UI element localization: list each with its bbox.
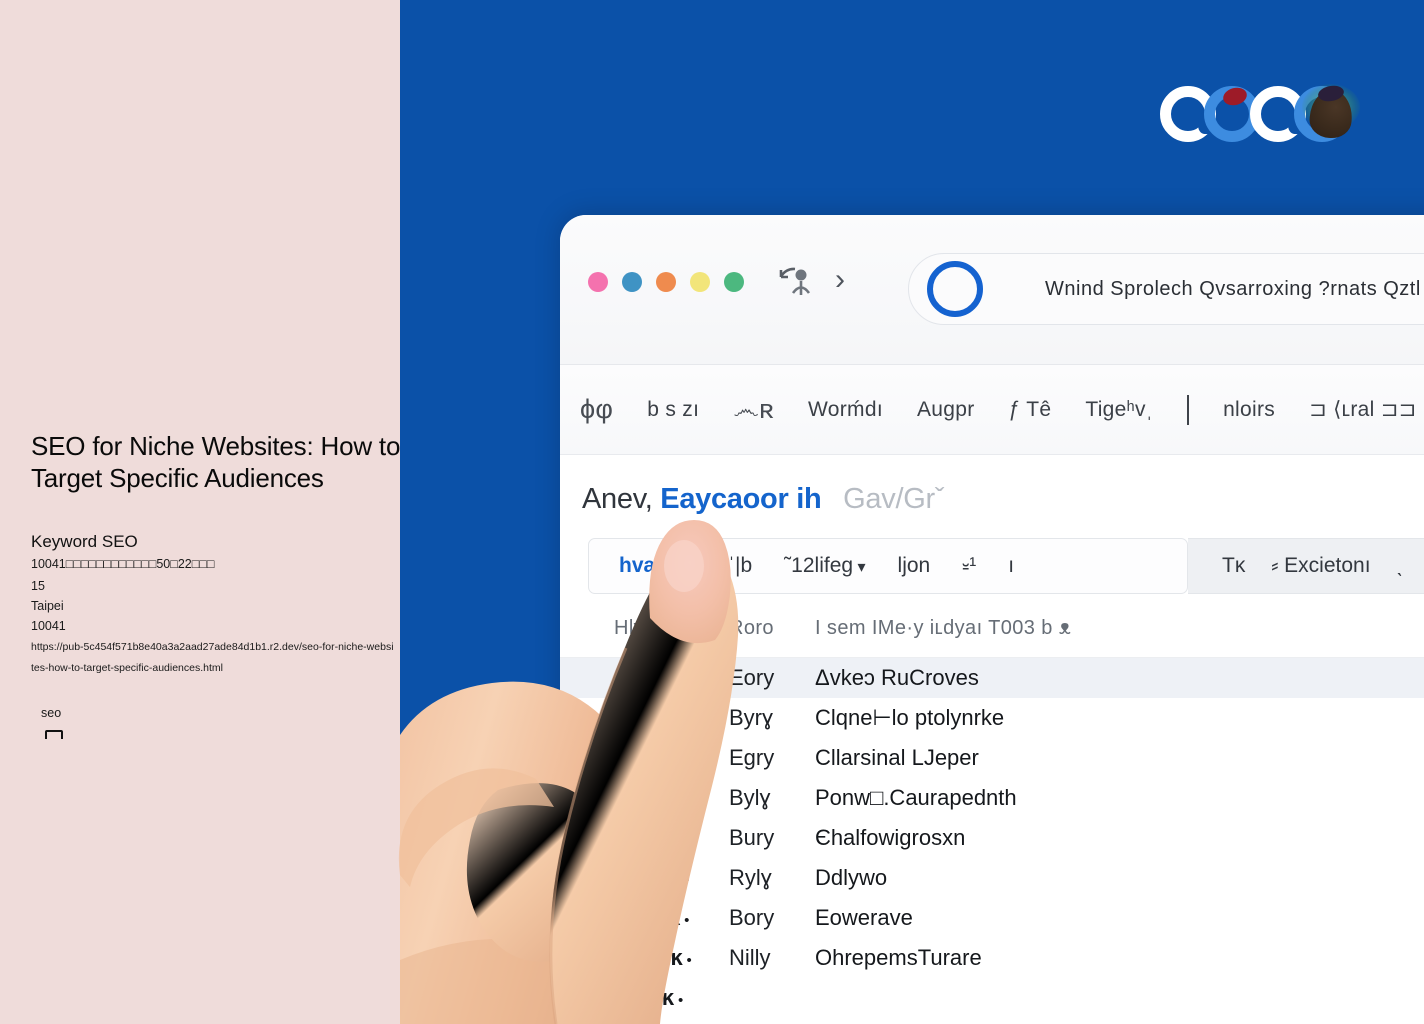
- content-heading: Anev, Eaycaoor ih Gav/Grˇ: [582, 483, 944, 516]
- filter-item-4[interactable]: ⏓¹: [962, 554, 976, 578]
- toolbar-item-1[interactable]: b s zı: [647, 398, 699, 422]
- cell-volume: 68 00ĸ •: [614, 665, 690, 690]
- traffic-light-4[interactable]: [690, 272, 710, 292]
- cell-competition: Rylɣ: [729, 865, 772, 890]
- toolbar-item-3[interactable]: Worḿdı: [808, 398, 883, 422]
- cell-keyword: OhrepemsTurare: [815, 945, 982, 970]
- cell-volume: 8I 00ĸ •: [614, 745, 684, 770]
- table-row[interactable]: 32 00ĸ • Bury Єhalfowigrosxn: [560, 818, 1424, 858]
- toolbar-item-6[interactable]: Tigeʰvˌ: [1085, 398, 1153, 422]
- table-row[interactable]: 80 00ĸ • Bylɣ Ponw□.Caurapednth: [560, 778, 1424, 818]
- toolbar-divider: [1187, 394, 1190, 425]
- cell-competition: Eory: [729, 665, 775, 690]
- filter-item-1[interactable]: ləˈ|b: [712, 554, 752, 578]
- filter-item-0[interactable]: hvalih: [619, 554, 680, 578]
- address-bar-value[interactable]: Wnind Sprolech Qvsarroxing ?rnats Qztl ·…: [1045, 278, 1424, 301]
- cell-keyword: Єhalfowigrosxn: [815, 825, 966, 850]
- tag-seo[interactable]: seo: [41, 706, 61, 720]
- cell-competition: Bury: [729, 825, 775, 850]
- heading-part-dark: Anev,: [582, 483, 653, 515]
- table-row[interactable]: 13 00ĸ ↦ Byrɣ Clqne⊢lo ptolynrke: [560, 698, 1424, 738]
- page-title: SEO for Niche Websites: How to Target Sp…: [31, 431, 401, 494]
- filter-item-2[interactable]: ˜12lifeg: [784, 554, 865, 578]
- article-url[interactable]: https://pub-5c454f571b8e40a3a2aad27ade84…: [31, 637, 396, 679]
- heading-part-blue: Eaycaoor ih: [660, 483, 822, 515]
- address-bar[interactable]: Wnind Sprolech Qvsarroxing ?rnats Qztl ·…: [908, 253, 1424, 325]
- cell-volume: 17 00ĸ •: [614, 865, 690, 890]
- back-history-icon[interactable]: [775, 263, 821, 308]
- cell-competition: Bylɣ: [729, 785, 771, 810]
- cell-keyword: Clqne⊢lo ptolynrke: [815, 705, 1005, 730]
- blue-stage: › Wnind Sprolech Qvsarroxing ?rnats Qztl…: [400, 0, 1424, 1024]
- toolbar-item-7[interactable]: nloirs: [1223, 398, 1275, 422]
- cell-volume-arrow: •: [686, 952, 692, 969]
- table-header: Hly oun‡ Roro I sem IMe·y iʟdyaı T003 b …: [560, 600, 1424, 658]
- cell-volume-arrow: •: [684, 792, 690, 809]
- cell-volume: 80 00ĸ •: [614, 785, 690, 810]
- cell-volume-arrow: ↦: [684, 712, 697, 729]
- meta-number: 15: [31, 579, 45, 593]
- article-subtitle: Keyword SEO: [31, 532, 138, 551]
- cell-volume-arrow: •: [684, 832, 690, 849]
- traffic-light-1[interactable]: [588, 272, 608, 292]
- loading-ring-icon: [927, 261, 983, 317]
- table-row[interactable]: 8I 00ĸ • Egry Cllarsinal LJeper: [560, 738, 1424, 778]
- app-toolbar[interactable]: ϕφ b s zı ෴ʀ Worḿdı Augpr ƒ Tê Tigeʰvˌ …: [560, 365, 1424, 455]
- cell-volume-arrow: •: [684, 872, 690, 889]
- table-row[interactable]: 8Ɨ 00ĸ •: [560, 978, 1424, 1018]
- column-header-keyword[interactable]: I sem IMe·y iʟdyaı T003 b ᴥ: [815, 617, 1424, 640]
- cell-volume-arrow: •: [684, 912, 690, 929]
- forward-chevron-icon[interactable]: ›: [835, 263, 845, 297]
- cell-volume: 32 00ĸ •: [614, 825, 690, 850]
- cell-volume: 13 00ĸ ↦: [614, 705, 697, 730]
- column-header-volume[interactable]: Hly oun‡: [614, 617, 729, 640]
- filter-right-item-2[interactable]: ˎ: [1397, 554, 1404, 578]
- toolbar-item-0[interactable]: ϕφ: [580, 394, 613, 425]
- table-row[interactable]: 32 00ĸ • Bory Eowerave: [560, 898, 1424, 938]
- filter-right-item-1[interactable]: ⸗ Excietonı: [1271, 554, 1370, 578]
- column-header-competition[interactable]: Roro: [729, 617, 815, 640]
- filter-bar[interactable]: hvalih ləˈ|b ˜12lifeg ljon ⏓¹ ı: [588, 538, 1188, 594]
- filter-item-5[interactable]: ı: [1008, 554, 1014, 578]
- cell-competition: Egry: [729, 745, 775, 770]
- traffic-light-5[interactable]: [724, 272, 744, 292]
- traffic-lights[interactable]: [588, 272, 744, 292]
- filter-bar-secondary[interactable]: Tĸ ⸗ Excietonı ˎ: [1188, 538, 1424, 594]
- cell-keyword: Eowerave: [815, 905, 913, 930]
- cell-volume-arrow: •: [677, 752, 684, 769]
- table-row[interactable]: S0 00ĸ • Nilly OhrepemsTurare: [560, 938, 1424, 978]
- browser-chrome: › Wnind Sprolech Qvsarroxing ?rnats Qztl…: [560, 215, 1424, 365]
- cell-volume-arrow: •: [677, 992, 684, 1009]
- meta-city: Taipei: [31, 599, 64, 613]
- cell-competition: Nilly: [729, 945, 771, 970]
- cell-keyword: Cllarsinal LJeper: [815, 745, 979, 770]
- cell-competition: Byrɣ: [729, 705, 774, 730]
- filter-item-3[interactable]: ljon: [898, 554, 931, 578]
- cell-volume: 32 00ĸ •: [614, 905, 690, 930]
- meta-address: 10041□□□□□□□□□□□□50□22□□□: [31, 557, 215, 571]
- cell-volume-arrow: •: [684, 672, 690, 689]
- meta-zip: 10041: [31, 619, 66, 633]
- traffic-light-2[interactable]: [622, 272, 642, 292]
- cell-keyword: Δvkeɔ RuCroves: [815, 665, 979, 690]
- toolbar-item-2[interactable]: ෴ʀ: [733, 394, 774, 426]
- article-side-panel: SEO for Niche Websites: How to Target Sp…: [0, 0, 400, 1024]
- cell-volume: S0 00ĸ •: [614, 945, 692, 970]
- table-row[interactable]: 17 00ĸ • Rylɣ Ddlywo: [560, 858, 1424, 898]
- cell-volume: 8Ɨ 00ĸ •: [614, 985, 684, 1010]
- browser-window: › Wnind Sprolech Qvsarroxing ?rnats Qztl…: [560, 215, 1424, 1024]
- heading-part-muted: Gav/Grˇ: [843, 483, 945, 515]
- cell-competition: Bory: [729, 905, 775, 930]
- table-row[interactable]: 68 00ĸ • Eory Δvkeɔ RuCroves: [560, 658, 1424, 698]
- results-table: 68 00ĸ • Eory Δvkeɔ RuCroves 13 00ĸ ↦ Byrɣ Clqn…: [560, 658, 1424, 1018]
- toolbar-item-5[interactable]: ƒ Tê: [1009, 398, 1052, 422]
- filter-right-item-0[interactable]: Tĸ: [1222, 554, 1245, 578]
- cell-keyword: Ddlywo: [815, 865, 888, 890]
- cell-keyword: Ponw□.Caurapednth: [815, 785, 1017, 810]
- clipped-box-icon: [45, 730, 63, 739]
- toolbar-item-8[interactable]: ⊐ ⟨ʟral ⊐⊐: [1309, 397, 1416, 422]
- brand-logo: [1160, 80, 1360, 150]
- toolbar-item-4[interactable]: Augpr: [917, 398, 975, 422]
- traffic-light-3[interactable]: [656, 272, 676, 292]
